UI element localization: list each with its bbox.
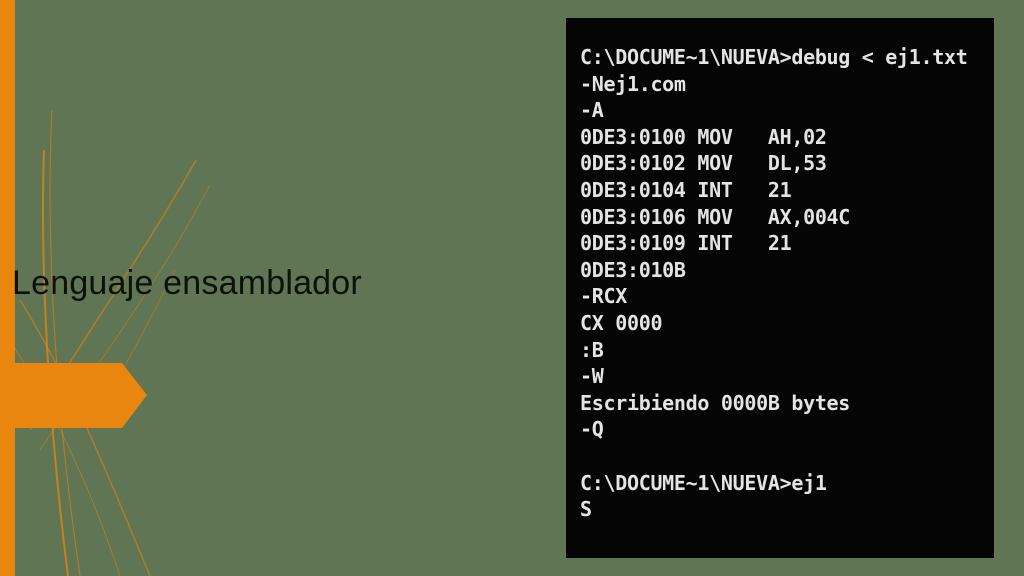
console-line: -A [580,98,604,123]
console-line: 0DE3:0104 INT 21 [580,177,792,202]
console-line: CX 0000 [580,310,663,335]
console-line: Escribiendo 0000B bytes [580,390,851,415]
console-line: 0DE3:0109 INT 21 [580,231,792,256]
dos-console-screenshot: C:\DOCUME~1\NUEVA>debug < ej1.txt -Nej1.… [566,18,994,558]
slide: Lenguaje ensamblador C:\DOCUME~1\NUEVA>d… [0,0,1024,576]
console-line: S [580,497,592,522]
console-line: C:\DOCUME~1\NUEVA>debug < ej1.txt [580,45,968,69]
console-line: :B [580,337,604,362]
console-line: 0DE3:0106 MOV AX,004C [580,204,851,229]
console-line: C:\DOCUME~1\NUEVA>ej1 [580,470,827,495]
slide-title: Lenguaje ensamblador [12,264,362,302]
console-line: -Q [580,417,604,442]
console-line: -W [580,364,604,389]
console-line: 0DE3:0102 MOV DL,53 [580,151,827,176]
console-line: 0DE3:010B [580,257,686,282]
console-line: -Nej1.com [580,71,686,96]
console-line: -RCX [580,284,627,309]
console-line: 0DE3:0100 MOV AH,02 [580,124,827,149]
arrow-accent [15,363,147,428]
